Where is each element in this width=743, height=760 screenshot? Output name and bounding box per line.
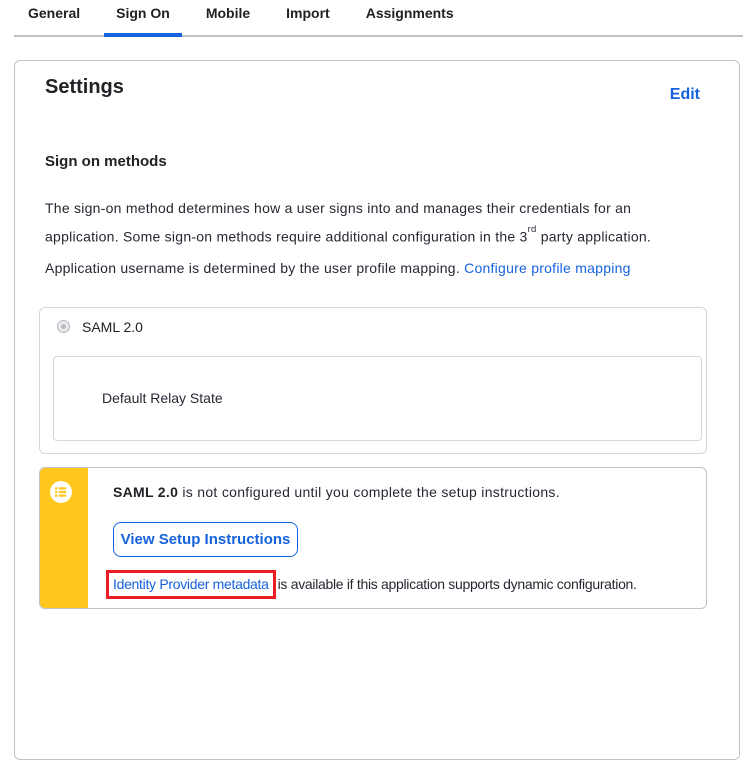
tab-assignments[interactable]: Assignments [354, 0, 466, 35]
view-setup-instructions-button[interactable]: View Setup Instructions [113, 522, 298, 557]
description-superscript: rd [528, 224, 537, 235]
edit-link[interactable]: Edit [670, 86, 700, 104]
settings-panel: Settings Edit Sign on methods The sign-o… [14, 60, 740, 760]
settings-header: Settings Edit [45, 76, 709, 99]
sign-on-description: The sign-on method determines how a user… [45, 196, 709, 250]
callout-method-name: SAML 2.0 [113, 484, 178, 500]
default-relay-state-box: Default Relay State [53, 356, 702, 441]
default-relay-state-label: Default Relay State [102, 390, 223, 406]
callout-stripe [40, 468, 88, 608]
tab-sign-on[interactable]: Sign On [104, 0, 182, 35]
tab-general[interactable]: General [16, 0, 92, 35]
setup-callout: SAML 2.0 is not configured until you com… [39, 467, 707, 609]
username-note: Application username is determined by th… [45, 256, 709, 281]
metadata-message-text: is available if this application support… [278, 576, 637, 592]
red-annotation-box: Identity Provider metadata [106, 570, 276, 599]
sign-on-methods-title: Sign on methods [45, 153, 709, 170]
metadata-row: Identity Provider metadata is available … [113, 570, 688, 599]
callout-body: SAML 2.0 is not configured until you com… [88, 468, 706, 608]
panel-title: Settings [45, 76, 124, 99]
configure-profile-mapping-link[interactable]: Configure profile mapping [464, 260, 631, 276]
description-text-2: party application. [537, 229, 651, 245]
username-note-text: Application username is determined by th… [45, 260, 464, 276]
identity-provider-metadata-link[interactable]: Identity Provider metadata [113, 576, 269, 592]
saml-radio-row: SAML 2.0 [57, 319, 693, 335]
tab-bar: General Sign On Mobile Import Assignment… [14, 0, 743, 37]
instructions-list-icon [50, 481, 72, 503]
tab-mobile[interactable]: Mobile [194, 0, 262, 35]
callout-message-text: is not configured until you complete the… [178, 484, 560, 500]
saml-radio-button[interactable] [57, 320, 70, 333]
tab-import[interactable]: Import [274, 0, 342, 35]
callout-message: SAML 2.0 is not configured until you com… [113, 484, 688, 501]
saml-radio-label: SAML 2.0 [82, 319, 143, 335]
saml-method-box: SAML 2.0 Default Relay State [39, 307, 707, 454]
